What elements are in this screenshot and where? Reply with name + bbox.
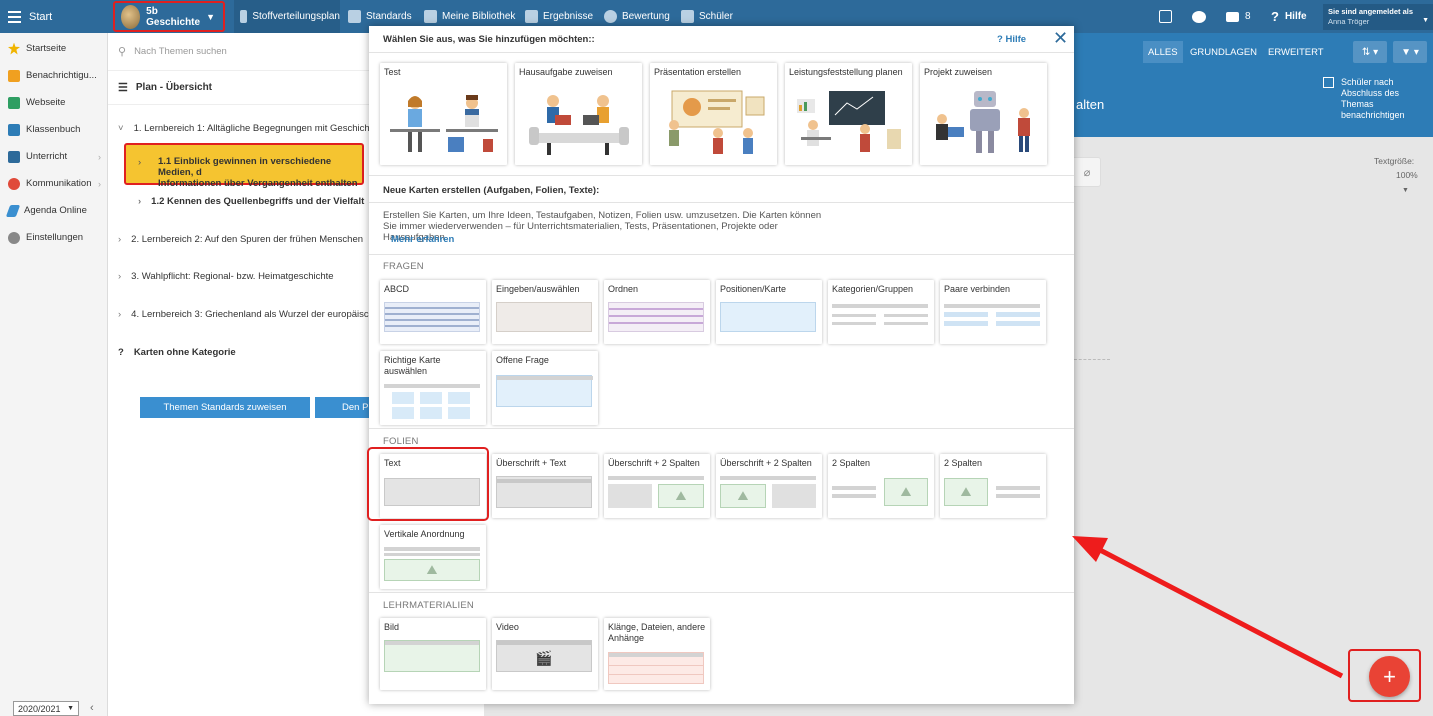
highlight-frame bbox=[1348, 649, 1421, 702]
annotation-arrow bbox=[1072, 536, 1344, 679]
